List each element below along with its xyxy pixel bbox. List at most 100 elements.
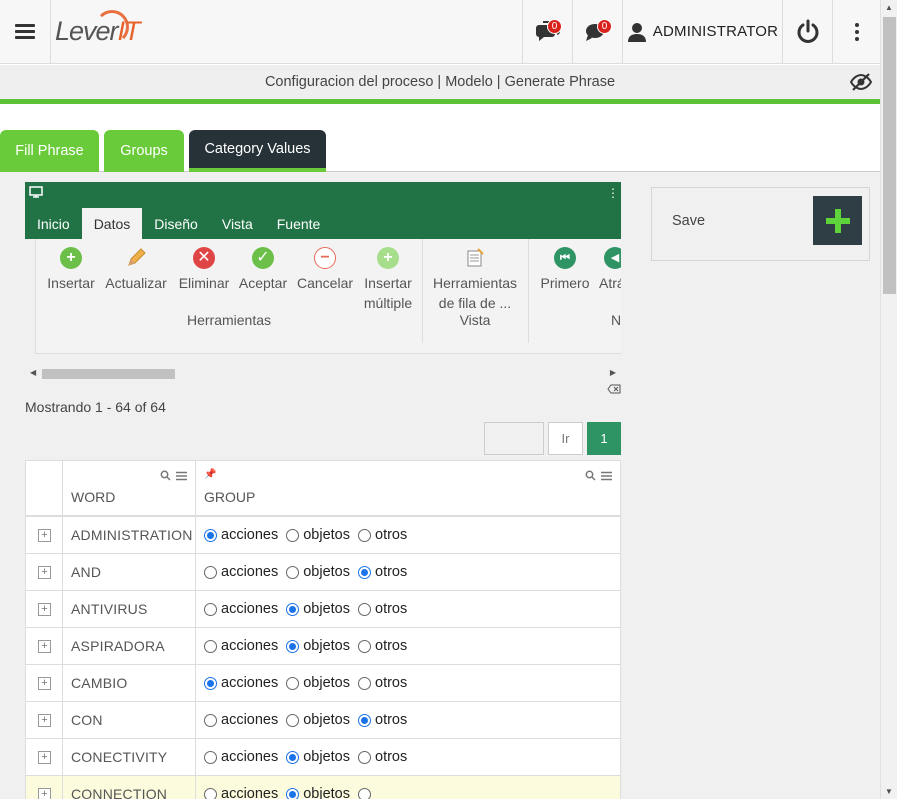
expand-row-icon[interactable]: + (38, 565, 51, 579)
hide-eye-icon[interactable] (850, 72, 872, 92)
insert-button[interactable]: + Insertar (36, 245, 106, 293)
update-button[interactable]: Actualizar (102, 245, 170, 293)
group-option-objetos[interactable]: objetos (286, 749, 350, 765)
group-option-otros[interactable]: otros (358, 527, 407, 543)
radio-button[interactable] (286, 528, 300, 542)
radio-button[interactable] (204, 639, 217, 653)
table-row[interactable]: + CAMBIO acciones objetos otros (26, 665, 620, 702)
table-row[interactable]: + ANTIVIRUS acciones objetos otros (26, 591, 620, 628)
tab-groups[interactable]: Groups (104, 130, 184, 172)
radio-button[interactable] (204, 565, 217, 579)
radio-button[interactable] (358, 528, 371, 542)
group-option-otros[interactable]: otros (358, 712, 407, 728)
logout-button[interactable] (783, 0, 833, 63)
page-1-button[interactable]: 1 (587, 422, 621, 455)
group-option-acciones[interactable]: acciones (204, 601, 278, 617)
group-option-acciones[interactable]: acciones (204, 564, 278, 580)
table-row[interactable]: + CONNECTION acciones objetos (26, 776, 620, 799)
save-add-button[interactable] (813, 196, 862, 245)
radio-button[interactable] (204, 750, 217, 764)
group-option-objetos[interactable]: objetos (286, 564, 350, 580)
radio-button[interactable] (204, 787, 217, 799)
first-button[interactable]: ⏮ Primero (536, 245, 594, 293)
group-option-acciones[interactable]: acciones (204, 638, 278, 654)
row-tools-button[interactable]: Herramientas de fila de ... (429, 245, 521, 313)
column-menu-icon[interactable] (601, 471, 612, 481)
expand-row-icon[interactable]: + (38, 713, 51, 727)
group-option-otros[interactable]: otros (358, 638, 407, 654)
radio-button[interactable] (358, 750, 371, 764)
table-row[interactable]: + ASPIRADORA acciones objetos otros (26, 628, 620, 665)
radio-button[interactable] (204, 676, 217, 690)
chats-button[interactable]: 0 (573, 0, 623, 63)
group-option-acciones[interactable]: acciones (204, 786, 278, 799)
expand-row-icon[interactable]: + (38, 528, 51, 542)
ribbon-tab-fuente[interactable]: Fuente (265, 208, 333, 239)
ribbon-tab-diseno[interactable]: Diseño (142, 208, 210, 239)
radio-button[interactable] (358, 676, 371, 690)
table-row[interactable]: + CONECTIVITY acciones objetos otros (26, 739, 620, 776)
ribbon-options-icon[interactable]: ⋮ (607, 186, 619, 200)
group-option-objetos[interactable]: objetos (286, 786, 350, 799)
radio-button[interactable] (204, 713, 217, 727)
radio-button[interactable] (286, 713, 300, 727)
radio-button[interactable] (286, 565, 300, 579)
radio-button[interactable] (358, 639, 371, 653)
radio-button[interactable] (286, 750, 300, 764)
group-option-otros[interactable]: otros (358, 749, 407, 765)
page-number-input[interactable] (484, 422, 544, 455)
column-header-word[interactable]: WORD (63, 461, 196, 515)
radio-button[interactable] (286, 639, 300, 653)
expand-row-icon[interactable]: + (38, 787, 51, 799)
accept-button[interactable]: ✓ Aceptar (236, 245, 290, 293)
page-vertical-scrollbar[interactable]: ▲ ▼ (880, 0, 897, 799)
ribbon-tab-inicio[interactable]: Inicio (25, 208, 82, 239)
user-menu[interactable]: ADMINISTRATOR (623, 0, 783, 63)
monitor-icon[interactable] (29, 186, 43, 198)
go-page-button[interactable]: Ir (548, 422, 583, 455)
menu-button[interactable] (0, 0, 51, 63)
group-option-objetos[interactable]: objetos (286, 527, 350, 543)
delete-button[interactable]: ✕ Eliminar (175, 245, 233, 293)
messages-button[interactable]: 0 (523, 0, 573, 63)
column-menu-icon[interactable] (176, 471, 187, 481)
scroll-down-icon[interactable]: ▼ (885, 787, 893, 796)
back-button[interactable]: ◀ Atrá (596, 245, 621, 293)
group-option-acciones[interactable]: acciones (204, 749, 278, 765)
ribbon-tab-datos[interactable]: Datos (81, 208, 143, 239)
table-row[interactable]: + AND acciones objetos otros (26, 554, 620, 591)
radio-button[interactable] (358, 602, 371, 616)
radio-button[interactable] (286, 676, 300, 690)
column-header-group[interactable]: 📌 GROUP (196, 461, 620, 515)
cancel-button[interactable]: − Cancelar (294, 245, 356, 293)
expand-row-icon[interactable]: + (38, 676, 51, 690)
radio-button[interactable] (204, 528, 217, 542)
tab-fill-phrase[interactable]: Fill Phrase (0, 130, 99, 172)
ribbon-tab-vista[interactable]: Vista (210, 208, 265, 239)
radio-button[interactable] (286, 787, 300, 799)
search-icon[interactable] (160, 470, 171, 481)
scroll-left-icon[interactable]: ◀ (30, 368, 36, 377)
table-row[interactable]: + CON acciones objetos otros (26, 702, 620, 739)
radio-button[interactable] (358, 713, 371, 727)
insert-multiple-button[interactable]: + Insertar múltiple (358, 245, 418, 313)
group-option-objetos[interactable]: objetos (286, 675, 350, 691)
radio-button[interactable] (358, 787, 371, 799)
radio-button[interactable] (286, 602, 300, 616)
scroll-right-icon[interactable]: ▶ (610, 368, 616, 377)
scroll-up-icon[interactable]: ▲ (885, 3, 893, 12)
expand-row-icon[interactable]: + (38, 602, 51, 616)
page-scroll-thumb[interactable] (883, 17, 896, 294)
radio-button[interactable] (204, 602, 217, 616)
group-option-objetos[interactable]: objetos (286, 601, 350, 617)
group-option-otros[interactable] (358, 786, 371, 799)
ribbon-horizontal-scrollbar[interactable]: ◀ ▶ (25, 367, 621, 381)
search-icon[interactable] (585, 470, 596, 481)
table-row[interactable]: + ADMINISTRATION acciones objetos otros (26, 517, 620, 554)
group-option-acciones[interactable]: acciones (204, 527, 278, 543)
tab-category-values[interactable]: Category Values (189, 130, 326, 172)
scroll-thumb[interactable] (42, 369, 175, 379)
group-option-acciones[interactable]: acciones (204, 675, 278, 691)
expand-row-icon[interactable]: + (38, 750, 51, 764)
group-option-objetos[interactable]: objetos (286, 712, 350, 728)
